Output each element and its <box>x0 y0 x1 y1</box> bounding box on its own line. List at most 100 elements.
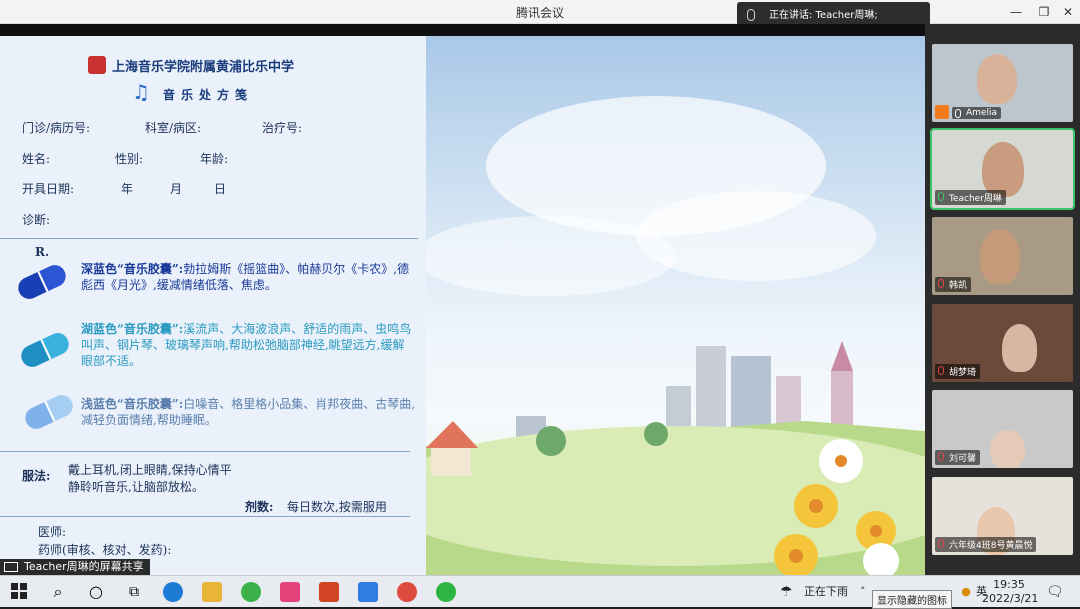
tooltip: 显示隐藏的图标 <box>872 590 952 609</box>
app-pink-icon[interactable] <box>280 582 300 602</box>
age-label: 年龄: <box>200 152 229 166</box>
video-tile[interactable]: 胡梦琦 <box>932 304 1073 382</box>
speaking-text: 正在讲话: Teacher周琳; <box>769 10 878 21</box>
dosage-label: 剂数: <box>245 500 274 514</box>
gender-label: 性别: <box>115 152 144 166</box>
cartoon-scenery-image <box>376 36 925 581</box>
file-explorer-icon[interactable] <box>202 582 222 602</box>
task-view-icon[interactable]: ⧉ <box>124 582 144 602</box>
video-tile[interactable]: 刘可馨 <box>932 390 1073 468</box>
date-label: 开具日期: <box>22 182 75 196</box>
microphone-muted-icon <box>938 279 944 288</box>
clinic-no-label: 门诊/病历号: <box>22 121 91 135</box>
participant-video-list: Amelia Teacher周琳 韩凯 胡梦琦 刘可馨 六年级4班8号黄晨悦 <box>925 24 1080 575</box>
participant-name-text: 胡梦琦 <box>949 368 977 378</box>
ime-dot-icon: ● <box>961 585 971 598</box>
chevron-up-icon[interactable]: ˄ <box>860 576 866 608</box>
participant-video <box>980 229 1020 284</box>
video-tile[interactable]: 六年级4班8号黄晨悦 <box>932 477 1073 555</box>
screen-share-caption-text: Teacher周琳的屏幕共享 <box>24 560 144 573</box>
light-blue-capsule-icon <box>21 391 77 433</box>
department-label: 科室/病区: <box>145 121 202 135</box>
prescription-panel: 上海音乐学院附属黄浦比乐中学 ♫ 音乐处方笺 门诊/病历号: 科室/病区: 治疗… <box>0 36 426 581</box>
windows-start-icon[interactable] <box>10 582 30 602</box>
screen-share-area: 上海音乐学院附属黄浦比乐中学 ♫ 音乐处方笺 门诊/病历号: 科室/病区: 治疗… <box>0 24 925 581</box>
edge-browser-icon[interactable] <box>163 582 183 602</box>
scenery-illustration <box>376 96 925 581</box>
powerpoint-icon[interactable] <box>319 582 339 602</box>
dark-blue-capsule-icon <box>14 261 70 303</box>
participant-video <box>977 54 1017 104</box>
divider <box>0 451 410 452</box>
video-tile-active-speaker[interactable]: Teacher周琳 <box>930 128 1075 210</box>
participant-name: 韩凯 <box>935 277 972 292</box>
app-green-icon[interactable] <box>241 582 261 602</box>
school-name: 上海音乐学院附属黄浦比乐中学 <box>112 60 295 75</box>
dosage-text: 每日数次,按需服用 <box>287 500 387 514</box>
usage-label: 服法: <box>22 469 51 483</box>
treatment-no-label: 治疗号: <box>262 121 303 135</box>
clock-time: 19:35 <box>993 578 1025 591</box>
participant-name-text: Amelia <box>966 108 997 118</box>
notification-icon[interactable]: 🗨 <box>1046 576 1064 608</box>
clock-date: 2022/3/21 <box>982 592 1039 605</box>
participant-name: 刘可馨 <box>935 450 981 465</box>
participant-name-text: Teacher周琳 <box>949 194 1002 204</box>
microphone-icon <box>955 109 961 118</box>
pharmacist-label: 药师(审核、核对、发药): <box>38 543 172 557</box>
participant-name: 六年级4班8号黄晨悦 <box>935 537 1037 552</box>
capsule-title: 湖蓝色“音乐胶囊”: <box>81 322 184 336</box>
screen-share-caption: Teacher周琳的屏幕共享 <box>0 559 150 575</box>
avatar-badge-icon <box>935 105 949 119</box>
tencent-meeting-icon[interactable] <box>358 582 378 602</box>
capsule-title: 浅蓝色“音乐胶囊”: <box>81 397 184 411</box>
prescription-title: 音乐处方笺 <box>163 88 254 102</box>
chrome-browser-icon[interactable] <box>397 582 417 602</box>
microphone-active-icon <box>938 192 944 201</box>
microphone-muted-icon <box>938 452 944 461</box>
wechat-icon[interactable] <box>436 582 456 602</box>
microphone-muted-icon <box>938 366 944 375</box>
participant-name: Teacher周琳 <box>935 190 1006 205</box>
year-label: 年 <box>121 182 134 196</box>
shared-slide: 上海音乐学院附属黄浦比乐中学 ♫ 音乐处方笺 门诊/病历号: 科室/病区: 治疗… <box>0 36 925 581</box>
video-tile[interactable]: 韩凯 <box>932 217 1073 295</box>
name-label: 姓名: <box>22 152 51 166</box>
participant-name: 胡梦琦 <box>935 364 981 379</box>
doctor-label: 医师: <box>38 525 67 539</box>
screen-share-icon <box>4 562 18 572</box>
divider <box>0 516 410 517</box>
participant-name-text: 刘可馨 <box>949 454 977 464</box>
weather-text[interactable]: 正在下雨 <box>804 576 848 608</box>
school-logo-icon <box>88 56 106 74</box>
participant-name-text: 六年级4班8号黄晨悦 <box>949 541 1033 551</box>
participant-name-text: 韩凯 <box>949 281 968 291</box>
microphone-muted-icon <box>938 539 944 548</box>
day-label: 日 <box>214 182 227 196</box>
capsule-description: 浅蓝色“音乐胶囊”:白噪音、格里格小品集、肖邦夜曲、古琴曲,减轻负面情绪,帮助睡… <box>81 396 416 428</box>
diagnosis-label: 诊断: <box>22 213 51 227</box>
search-icon[interactable]: ⌕ <box>48 582 68 602</box>
participant-video <box>990 430 1025 468</box>
capsule-title: 深蓝色“音乐胶囊”: <box>81 262 184 276</box>
close-icon[interactable]: ✕ <box>1058 3 1078 21</box>
restore-icon[interactable]: ❐ <box>1034 3 1054 21</box>
participant-video <box>982 142 1024 197</box>
participant-video <box>1002 324 1037 372</box>
system-clock[interactable]: 19:35 2022/3/21 <box>982 578 1039 606</box>
usage-line-2: 静聆听音乐,让脑部放松。 <box>68 480 204 494</box>
capsule-description: 湖蓝色“音乐胶囊”:溪流声、大海波浪声、舒适的雨声、虫鸣鸟叫声、钢片琴、玻璃琴声… <box>81 321 416 369</box>
capsule-description: 深蓝色“音乐胶囊”:勃拉姆斯《摇篮曲》、帕赫贝尔《卡农》,德彪西《月光》,缓减情… <box>81 261 416 293</box>
participant-name: Amelia <box>952 107 1001 119</box>
usage-line-1: 戴上耳机,闭上眼睛,保持心情平 <box>68 463 232 477</box>
divider <box>0 238 418 239</box>
lake-blue-capsule-icon <box>17 329 73 371</box>
umbrella-icon: ☂ <box>780 584 793 600</box>
month-label: 月 <box>170 182 183 196</box>
video-tile[interactable]: Amelia <box>932 44 1073 122</box>
music-note-icon: ♫ <box>132 80 150 104</box>
microphone-icon <box>747 9 755 21</box>
minimize-icon[interactable]: — <box>1006 3 1026 21</box>
rx-symbol: R. <box>35 245 50 259</box>
cortana-icon[interactable]: ○ <box>86 582 106 602</box>
